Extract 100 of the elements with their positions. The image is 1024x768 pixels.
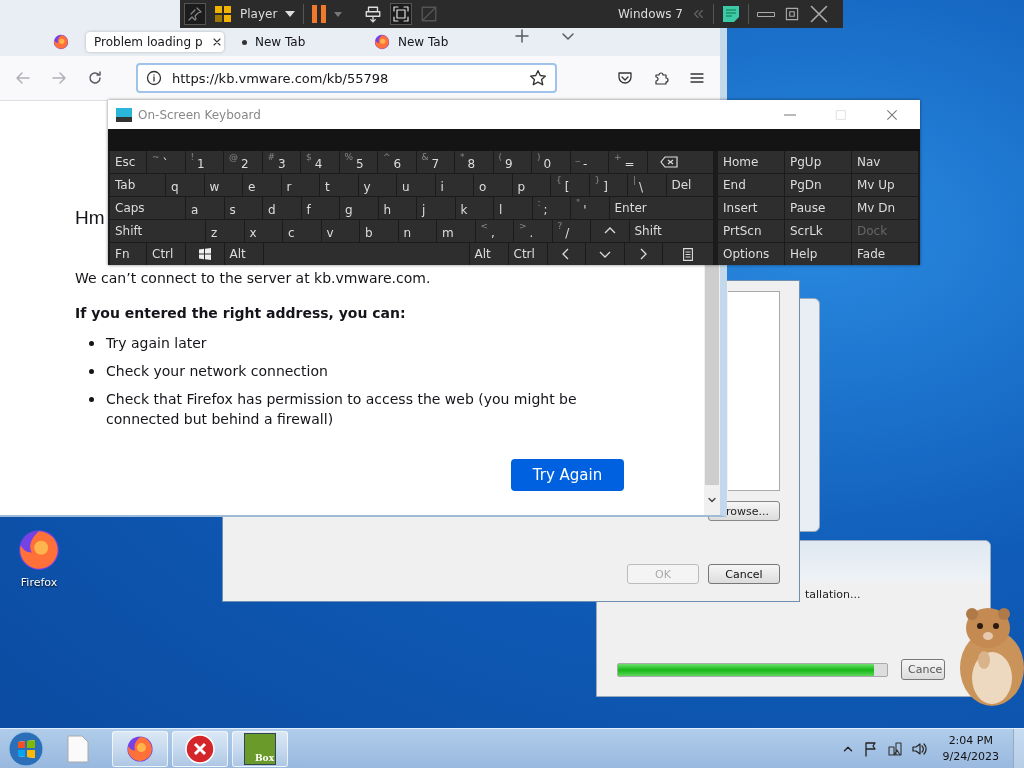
key[interactable]: Alt bbox=[224, 243, 263, 265]
key[interactable]: % 5 bbox=[339, 151, 377, 173]
key[interactable]: e bbox=[243, 174, 281, 196]
key[interactable]: } ] bbox=[589, 174, 627, 196]
key[interactable]: j bbox=[417, 197, 455, 219]
key[interactable]: s bbox=[224, 197, 262, 219]
pause-icon[interactable] bbox=[312, 5, 327, 23]
player-menu[interactable]: Player bbox=[240, 7, 278, 21]
key[interactable]: y bbox=[358, 174, 396, 196]
key[interactable]: # 3 bbox=[262, 151, 300, 173]
key[interactable]: * 8 bbox=[455, 151, 493, 173]
key[interactable]: Shift bbox=[110, 220, 205, 242]
key[interactable]: { [ bbox=[551, 174, 589, 196]
key[interactable]: Home bbox=[718, 151, 784, 173]
key[interactable]: Ctrl bbox=[508, 243, 547, 265]
key[interactable]: i bbox=[435, 174, 473, 196]
key[interactable]: w bbox=[204, 174, 242, 196]
browser-tab[interactable]: New Tab bbox=[230, 32, 360, 52]
key[interactable]: Enter bbox=[609, 197, 713, 219]
key[interactable]: @ 2 bbox=[224, 151, 262, 173]
key[interactable]: & 7 bbox=[416, 151, 454, 173]
key[interactable]: | \ bbox=[628, 174, 666, 196]
key[interactable]: m bbox=[437, 220, 475, 242]
try-again-button[interactable]: Try Again bbox=[511, 459, 624, 491]
key[interactable]: Shift bbox=[629, 220, 713, 242]
minimize-icon[interactable] bbox=[757, 11, 775, 17]
key[interactable]: Options bbox=[718, 243, 784, 265]
start-button[interactable] bbox=[8, 730, 44, 767]
clock-date[interactable]: 9/24/2023 bbox=[942, 748, 999, 765]
key[interactable]: > . bbox=[514, 220, 552, 242]
key[interactable]: ^ 6 bbox=[378, 151, 416, 173]
key[interactable]: Mv Dn bbox=[852, 197, 918, 219]
key[interactable]: < , bbox=[475, 220, 513, 242]
key[interactable]: + = bbox=[609, 151, 647, 173]
key[interactable]: d bbox=[263, 197, 301, 219]
windows-key[interactable] bbox=[186, 243, 224, 265]
key[interactable]: Ctrl bbox=[147, 243, 185, 265]
key[interactable]: z bbox=[206, 220, 244, 242]
address-bar[interactable]: https://kb.vmware.com/kb/55798 bbox=[136, 63, 557, 93]
key[interactable]: ScrLk bbox=[785, 220, 851, 242]
up-arrow-key[interactable] bbox=[591, 220, 629, 242]
taskbar-button[interactable] bbox=[172, 730, 228, 767]
key[interactable]: End bbox=[718, 174, 784, 196]
key[interactable]: Nav bbox=[852, 151, 918, 173]
key[interactable]: Help bbox=[785, 243, 851, 265]
full-screen-button[interactable] bbox=[390, 3, 413, 25]
taskbar-button[interactable] bbox=[112, 730, 168, 767]
key[interactable]: Caps bbox=[110, 197, 185, 219]
key[interactable]: ) 0 bbox=[532, 151, 570, 173]
browser-tab[interactable]: Problem loading p bbox=[86, 32, 224, 52]
note-icon[interactable] bbox=[722, 5, 740, 23]
key[interactable]: c bbox=[283, 220, 321, 242]
caret-icon[interactable] bbox=[334, 11, 343, 17]
desktop-icon-label[interactable]: Firefox bbox=[20, 576, 58, 589]
key[interactable]: t bbox=[320, 174, 358, 196]
key[interactable]: ~ ` bbox=[147, 151, 185, 173]
key[interactable]: a bbox=[186, 197, 224, 219]
key[interactable]: q bbox=[166, 174, 204, 196]
key[interactable]: k bbox=[455, 197, 493, 219]
key[interactable]: Tab bbox=[110, 174, 165, 196]
key[interactable]: ? / bbox=[552, 220, 590, 242]
key[interactable]: $ 4 bbox=[301, 151, 339, 173]
key[interactable]: Mv Up bbox=[852, 174, 918, 196]
key[interactable]: ( 9 bbox=[493, 151, 531, 173]
key[interactable]: h bbox=[378, 197, 416, 219]
key[interactable]: u bbox=[397, 174, 435, 196]
key[interactable]: : ; bbox=[532, 197, 570, 219]
cancel-button[interactable]: Cancel bbox=[708, 564, 780, 584]
key[interactable]: Esc bbox=[110, 151, 146, 173]
key[interactable]: PgDn bbox=[785, 174, 851, 196]
left-arrow-key[interactable] bbox=[547, 243, 585, 265]
key[interactable]: Alt bbox=[469, 243, 508, 265]
right-arrow-key[interactable] bbox=[624, 243, 662, 265]
key[interactable]: " ' bbox=[571, 197, 609, 219]
pin-button[interactable] bbox=[184, 3, 206, 25]
down-arrow-key[interactable] bbox=[586, 243, 624, 265]
cancel-button[interactable]: Cance bbox=[901, 659, 945, 680]
key[interactable]: x bbox=[244, 220, 282, 242]
url-field[interactable]: https://kb.vmware.com/kb/55798 bbox=[172, 70, 519, 86]
key[interactable]: ! 1 bbox=[185, 151, 223, 173]
key[interactable]: r bbox=[281, 174, 319, 196]
key[interactable]: o bbox=[474, 174, 512, 196]
backspace-key[interactable] bbox=[647, 151, 713, 173]
key[interactable]: Insert bbox=[718, 197, 784, 219]
key[interactable]: b bbox=[360, 220, 398, 242]
menu-key[interactable] bbox=[663, 243, 713, 265]
key[interactable]: v bbox=[321, 220, 359, 242]
key[interactable]: Pause bbox=[785, 197, 851, 219]
key[interactable]: Fade bbox=[852, 243, 918, 265]
key[interactable]: l bbox=[494, 197, 532, 219]
key[interactable]: PgUp bbox=[785, 151, 851, 173]
key[interactable]: _ - bbox=[570, 151, 608, 173]
clock-time[interactable]: 2:04 PM bbox=[948, 732, 993, 749]
key[interactable]: p bbox=[512, 174, 550, 196]
key[interactable]: n bbox=[398, 220, 436, 242]
key[interactable]: f bbox=[301, 197, 339, 219]
browser-tab[interactable]: New Tab bbox=[366, 32, 496, 52]
key[interactable]: Del bbox=[666, 174, 713, 196]
key[interactable]: g bbox=[340, 197, 378, 219]
key[interactable]: PrtScn bbox=[718, 220, 784, 242]
